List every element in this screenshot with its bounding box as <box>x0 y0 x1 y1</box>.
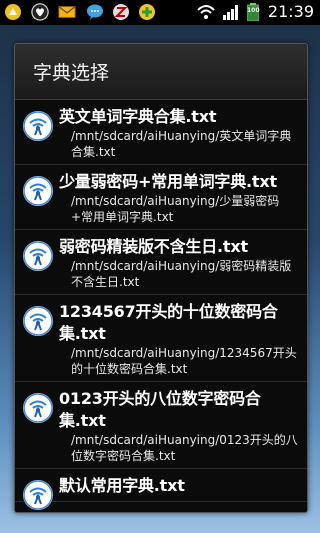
list-item[interactable]: 弱密码精装版不含生日.txt/mnt/sdcard/aiHuanying/弱密码… <box>15 230 307 295</box>
wifi-dictionary-icon <box>23 111 53 141</box>
list-item[interactable]: 默认常用字典.txt <box>15 469 307 510</box>
dictionary-list[interactable]: 英文单词字典合集.txt/mnt/sdcard/aiHuanying/英文单词字… <box>15 100 307 511</box>
status-bar: 100 21:39 <box>0 0 320 25</box>
item-filepath: /mnt/sdcard/aiHuanying/少量弱密码+常用单词字典.txt <box>71 194 280 224</box>
item-filename: 少量弱密码+常用单词字典.txt <box>59 172 277 191</box>
chat-icon <box>86 3 104 21</box>
wifi-dictionary-icon <box>23 241 53 271</box>
heart-icon <box>31 3 49 21</box>
battery-level: 100 <box>247 7 260 14</box>
list-item[interactable]: 1234567开头的十位数密码合集.txt/mnt/sdcard/aiHuany… <box>15 295 307 382</box>
item-filepath: /mnt/sdcard/aiHuanying/1234567开头的十位数密码合集… <box>71 346 297 376</box>
battery-icon: 100 <box>246 3 260 22</box>
wifi-dictionary-icon <box>23 480 53 510</box>
android-icon <box>4 3 22 21</box>
z-app-icon <box>112 3 130 21</box>
list-item[interactable]: 英文单词字典合集.txt/mnt/sdcard/aiHuanying/英文单词字… <box>15 100 307 165</box>
item-filepath: /mnt/sdcard/aiHuanying/0123开头的八位数字密码合集.t… <box>71 433 298 463</box>
wifi-icon <box>196 3 216 21</box>
dictionary-dialog: 字典选择 英文单词字典合集.txt/mnt/sdcard/aiHuanying/… <box>14 43 308 513</box>
wifi-dictionary-icon <box>23 176 53 206</box>
item-filepath: /mnt/sdcard/aiHuanying/弱密码精装版不含生日.txt <box>71 259 292 289</box>
list-item[interactable]: 0123开头的八位数字密码合集.txt/mnt/sdcard/aiHuanyin… <box>15 382 307 469</box>
mail-icon <box>58 3 76 21</box>
item-filename: 英文单词字典合集.txt <box>59 107 217 126</box>
wifi-dictionary-icon <box>23 393 53 423</box>
clock: 21:39 <box>267 2 314 21</box>
item-filename: 1234567开头的十位数密码合集.txt <box>59 302 278 343</box>
plus-app-icon <box>138 3 156 21</box>
signal-icon <box>222 3 240 21</box>
wifi-dictionary-icon <box>23 306 53 336</box>
item-filename: 0123开头的八位数字密码合集.txt <box>59 389 261 430</box>
item-filename: 弱密码精装版不含生日.txt <box>59 237 248 256</box>
dialog-title: 字典选择 <box>15 44 307 100</box>
item-filename: 默认常用字典.txt <box>59 476 185 495</box>
list-item[interactable]: 少量弱密码+常用单词字典.txt/mnt/sdcard/aiHuanying/少… <box>15 165 307 230</box>
item-filepath: /mnt/sdcard/aiHuanying/英文单词字典合集.txt <box>71 129 292 159</box>
